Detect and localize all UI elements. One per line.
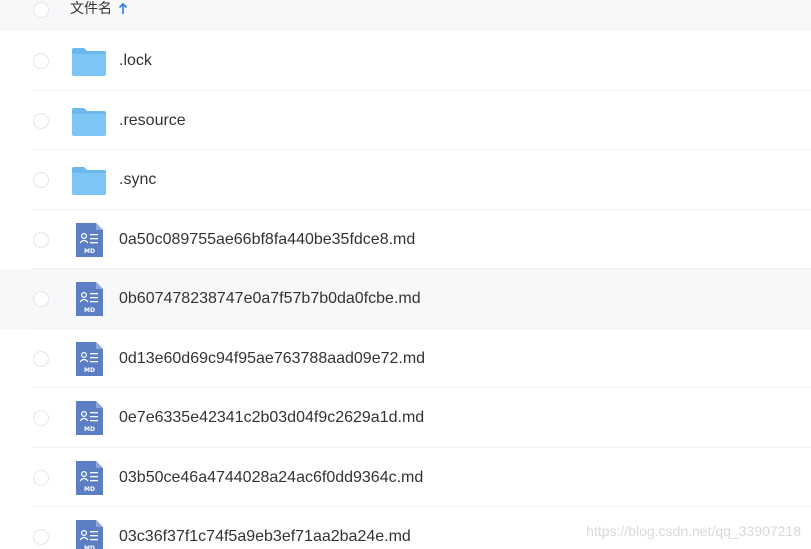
markdown-file-icon: MD xyxy=(71,400,107,436)
file-name[interactable]: .lock xyxy=(119,51,152,71)
folder-row[interactable]: .sync xyxy=(0,150,811,210)
row-checkbox[interactable] xyxy=(33,410,49,426)
markdown-file-icon: MD xyxy=(71,341,107,377)
row-checkbox[interactable] xyxy=(33,53,49,69)
markdown-file-icon: MD xyxy=(71,281,107,317)
arrow-up-icon[interactable] xyxy=(118,2,128,16)
file-name[interactable]: 03c36f37f1c74f5a9eb3ef71aa2ba24e.md xyxy=(119,527,411,547)
file-row[interactable]: MD 0d13e60d69c94f95ae763788aad09e72.md xyxy=(0,329,811,388)
file-name[interactable]: .sync xyxy=(119,170,156,190)
markdown-file-icon: MD xyxy=(71,222,107,258)
row-checkbox[interactable] xyxy=(33,112,49,129)
svg-text:MD: MD xyxy=(84,426,95,433)
row-checkbox[interactable] xyxy=(33,291,49,307)
file-row[interactable]: MD 0b607478238747e0a7f57b7b0da0fcbe.md xyxy=(0,269,811,329)
folder-icon xyxy=(71,162,107,198)
file-name[interactable]: 0e7e6335e42341c2b03d04f9c2629a1d.md xyxy=(119,408,424,428)
folder-icon xyxy=(71,43,107,79)
markdown-file-icon: MD xyxy=(71,460,107,496)
file-name[interactable]: 0d13e60d69c94f95ae763788aad09e72.md xyxy=(119,349,425,369)
svg-text:MD: MD xyxy=(84,248,95,255)
folder-row[interactable]: .resource xyxy=(0,91,811,150)
watermark: https://blog.csdn.net/qq_33907218 xyxy=(586,523,801,539)
list-header: 文件名 xyxy=(0,0,811,31)
svg-text:MD: MD xyxy=(84,486,95,493)
file-name[interactable]: .resource xyxy=(119,111,186,131)
svg-text:MD: MD xyxy=(84,307,95,314)
file-browser: 文件名 .lock .resource .sync MD 0a50c089755ae66… xyxy=(0,0,811,549)
row-checkbox[interactable] xyxy=(33,350,49,367)
file-row[interactable]: MD 0e7e6335e42341c2b03d04f9c2629a1d.md xyxy=(0,388,811,448)
row-checkbox[interactable] xyxy=(33,529,49,545)
file-list: .lock .resource .sync MD 0a50c089755ae66bf8f… xyxy=(0,31,811,549)
row-checkbox[interactable] xyxy=(33,469,49,486)
markdown-file-icon: MD xyxy=(71,519,107,549)
file-name[interactable]: 0a50c089755ae66bf8fa440be35fdce8.md xyxy=(119,230,415,250)
svg-text:MD: MD xyxy=(84,545,95,549)
folder-icon xyxy=(71,103,107,139)
column-header-filename[interactable]: 文件名 xyxy=(70,0,112,18)
row-checkbox[interactable] xyxy=(33,231,49,248)
file-name[interactable]: 0b607478238747e0a7f57b7b0da0fcbe.md xyxy=(119,289,421,309)
file-row[interactable]: MD 0a50c089755ae66bf8fa440be35fdce8.md xyxy=(0,210,811,269)
file-name[interactable]: 03b50ce46a4744028a24ac6f0dd9364c.md xyxy=(119,468,423,488)
svg-text:MD: MD xyxy=(84,367,95,374)
file-row[interactable]: MD 03b50ce46a4744028a24ac6f0dd9364c.md xyxy=(0,448,811,507)
select-all-checkbox[interactable] xyxy=(33,2,49,18)
row-checkbox[interactable] xyxy=(33,172,49,188)
folder-row[interactable]: .lock xyxy=(0,31,811,91)
